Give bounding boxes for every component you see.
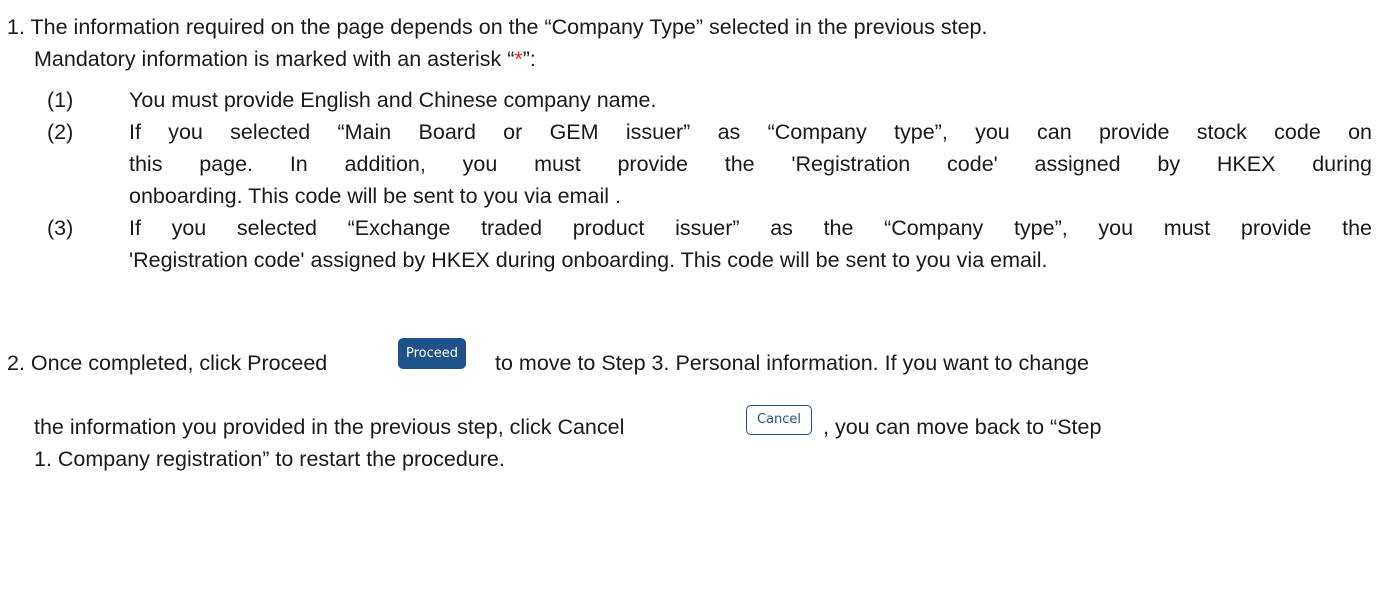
item1-line1: 1. The information required on the page …	[7, 15, 988, 39]
item1-line2-prefix: Mandatory information is marked with an …	[34, 47, 515, 71]
subitem-2-line1: If you selected “Main Board or GEM issue…	[129, 120, 1372, 144]
subitem-3-line2: 'Registration code' assigned by HKEX dur…	[129, 248, 1048, 272]
item2-line3: 1. Company registration” to restart the …	[34, 447, 505, 471]
subitem-2-line2: this page. In addition, you must provide…	[129, 152, 1372, 176]
proceed-button-label: Proceed	[398, 338, 467, 369]
item2-line2-prefix: the information you provided in the prev…	[34, 415, 625, 439]
subitem-3-number: (3)	[47, 216, 74, 240]
item1-line2: Mandatory information is marked with an …	[34, 46, 536, 72]
subitem-3-line1: If you selected “Exchange traded product…	[129, 216, 1372, 240]
item2-line1-prefix: 2. Once completed, click Proceed	[7, 351, 328, 375]
subitem-1-text: You must provide English and Chinese com…	[129, 88, 657, 112]
asterisk-mark: *	[514, 47, 523, 71]
item2-line1-suffix: to move to Step 3. Personal information.…	[495, 351, 1089, 375]
cancel-button-sample: Cancel	[746, 404, 813, 435]
subitem-2-number: (2)	[47, 120, 74, 144]
subitem-2-line3: onboarding. This code will be sent to yo…	[129, 184, 621, 208]
subitem-1-number: (1)	[47, 88, 74, 112]
item1-line2-suffix: ”:	[522, 47, 536, 71]
item2-line2-suffix: , you can move back to “Step	[823, 415, 1102, 439]
cancel-button-label: Cancel	[746, 405, 813, 435]
proceed-button-sample: Proceed	[398, 338, 467, 369]
